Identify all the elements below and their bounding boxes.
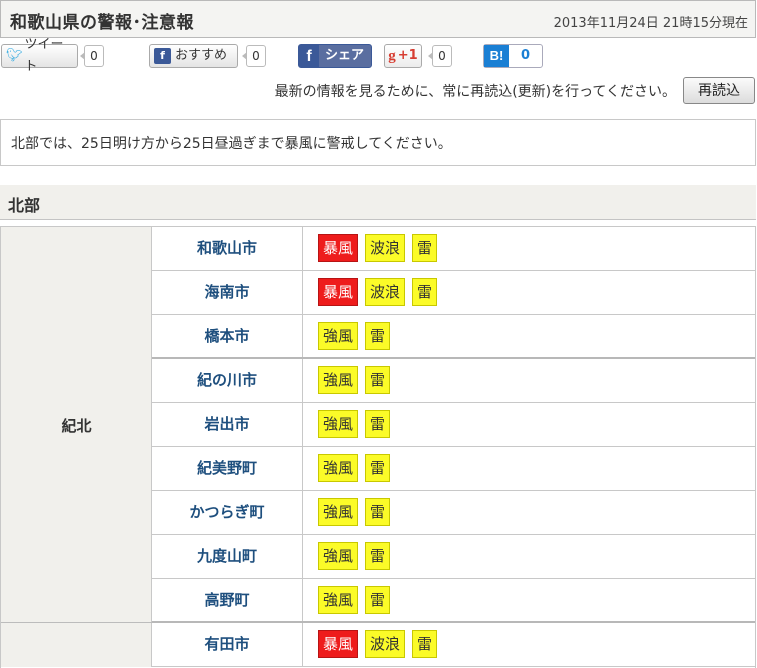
hatena-bookmark-icon: B!	[484, 45, 509, 67]
table-row: 橋本市 強風雷	[152, 315, 755, 359]
warning-badges: 強風雷	[318, 542, 391, 570]
advisory-badge: 雷	[365, 454, 391, 482]
city-link[interactable]: 海南市	[152, 271, 303, 314]
region-heading-text: 北部	[8, 196, 41, 215]
advisory-badge: 強風	[318, 454, 359, 482]
table-row: 紀の川市 強風雷	[152, 359, 755, 403]
area-separator	[1, 622, 152, 623]
advisory-badge: 雷	[412, 278, 438, 306]
warning-table: 紀北 和歌山市 暴風 波浪雷海南市 暴風 波浪雷橋本市 強風雷紀の川市 強風雷岩出市 強風雷紀美…	[0, 226, 756, 668]
tweet-label: ツイート	[24, 37, 64, 74]
area-name: 紀北	[61, 417, 92, 435]
osusume-count: 0	[242, 45, 266, 67]
advisory-badge: 波浪	[365, 630, 406, 658]
warning-badges: 暴風 波浪雷	[318, 630, 438, 658]
warning-badges: 暴風 波浪雷	[318, 278, 438, 306]
hatena-bookmark-count: 0	[521, 48, 531, 63]
advisory-badge: 雷	[365, 410, 391, 438]
hatena-bookmark-button[interactable]: B! 0	[483, 44, 543, 68]
facebook-share-button[interactable]: f シェア	[298, 44, 372, 68]
warning-badge: 暴風	[318, 234, 359, 262]
advisory-badge: 強風	[318, 542, 359, 570]
city-link[interactable]: 有田市	[152, 623, 303, 666]
table-row: 九度山町 強風雷	[152, 535, 755, 579]
warning-badge: 暴風	[318, 278, 359, 306]
advisory-badge: 雷	[365, 322, 391, 350]
facebook-f-icon: f	[154, 48, 171, 64]
advisory-badge: 波浪	[365, 278, 406, 306]
google-plus-label: +1	[397, 48, 418, 63]
notice-box: 北部では、25日明け方から25日昼過ぎまで暴風に警戒してください。	[0, 119, 756, 166]
warning-badges: 強風雷	[318, 322, 391, 350]
table-row: 高野町 強風雷	[152, 579, 755, 623]
osusume-label: おすすめ	[175, 48, 228, 63]
page-title: 和歌山県の警報･注意報	[10, 13, 194, 33]
page-header: 和歌山県の警報･注意報 2013年11月24日 21時15分現在	[0, 0, 756, 38]
warning-badges: 強風雷	[318, 498, 391, 526]
warning-badges: 強風雷	[318, 454, 391, 482]
table-row: 岩出市 強風雷	[152, 403, 755, 447]
advisory-badge: 雷	[365, 366, 391, 394]
city-link[interactable]: 紀の川市	[152, 359, 303, 402]
update-timestamp: 2013年11月24日 21時15分現在	[553, 16, 748, 31]
tweet-button[interactable]: 🐦︎ ツイート	[1, 37, 78, 74]
warning-badges: 強風雷	[318, 366, 391, 394]
warning-badges: 強風雷	[318, 586, 391, 614]
advisory-badge: 雷	[365, 586, 391, 614]
area-cell	[1, 623, 152, 667]
city-link[interactable]: 高野町	[152, 579, 303, 621]
city-link[interactable]: 岩出市	[152, 403, 303, 446]
advisory-badge: 雷	[412, 234, 438, 262]
google-plus-count: 0	[428, 45, 452, 67]
table-row: 紀美野町 強風雷	[152, 447, 755, 491]
table-row: かつらぎ町 強風雷	[152, 491, 755, 535]
advisory-badge: 雷	[365, 542, 391, 570]
advisory-badge: 強風	[318, 586, 359, 614]
table-row: 有田市 暴風 波浪雷	[152, 623, 755, 667]
twitter-bird-icon: 🐦︎	[6, 48, 23, 63]
reload-button[interactable]: 再読込	[683, 77, 755, 104]
advisory-badge: 雷	[365, 498, 391, 526]
warning-badges: 強風雷	[318, 410, 391, 438]
advisory-badge: 波浪	[365, 234, 406, 262]
facebook-logo-icon: f	[299, 45, 319, 67]
advisory-badge: 強風	[318, 498, 359, 526]
share-bar: 🐦︎ ツイート 0 f おすすめ 0 f シェア g +1 0 B! 0	[0, 37, 757, 74]
city-link[interactable]: 橋本市	[152, 315, 303, 357]
advisory-badge: 雷	[412, 630, 438, 658]
facebook-share-label: シェア	[325, 48, 365, 63]
notice-text: 北部では、25日明け方から25日昼過ぎまで暴風に警戒してください。	[11, 136, 452, 152]
google-plus-icon: g	[388, 48, 396, 64]
city-link[interactable]: 九度山町	[152, 535, 303, 578]
google-plus-button[interactable]: g +1	[384, 44, 422, 68]
tweet-count: 0	[80, 45, 104, 67]
region-heading: 北部	[0, 185, 756, 220]
warning-badges: 暴風 波浪雷	[318, 234, 438, 262]
city-link[interactable]: 和歌山市	[152, 227, 303, 270]
advisory-badge: 強風	[318, 410, 359, 438]
city-link[interactable]: かつらぎ町	[152, 491, 303, 534]
advisory-badge: 強風	[318, 322, 359, 350]
city-link[interactable]: 紀美野町	[152, 447, 303, 490]
reload-message: 最新の情報を見るために、常に再読込(更新)を行ってください。	[274, 84, 676, 100]
table-row: 和歌山市 暴風 波浪雷	[152, 227, 755, 271]
table-row: 海南市 暴風 波浪雷	[152, 271, 755, 315]
warning-badge: 暴風	[318, 630, 359, 658]
advisory-badge: 強風	[318, 366, 359, 394]
osusume-button[interactable]: f おすすめ	[149, 44, 238, 68]
